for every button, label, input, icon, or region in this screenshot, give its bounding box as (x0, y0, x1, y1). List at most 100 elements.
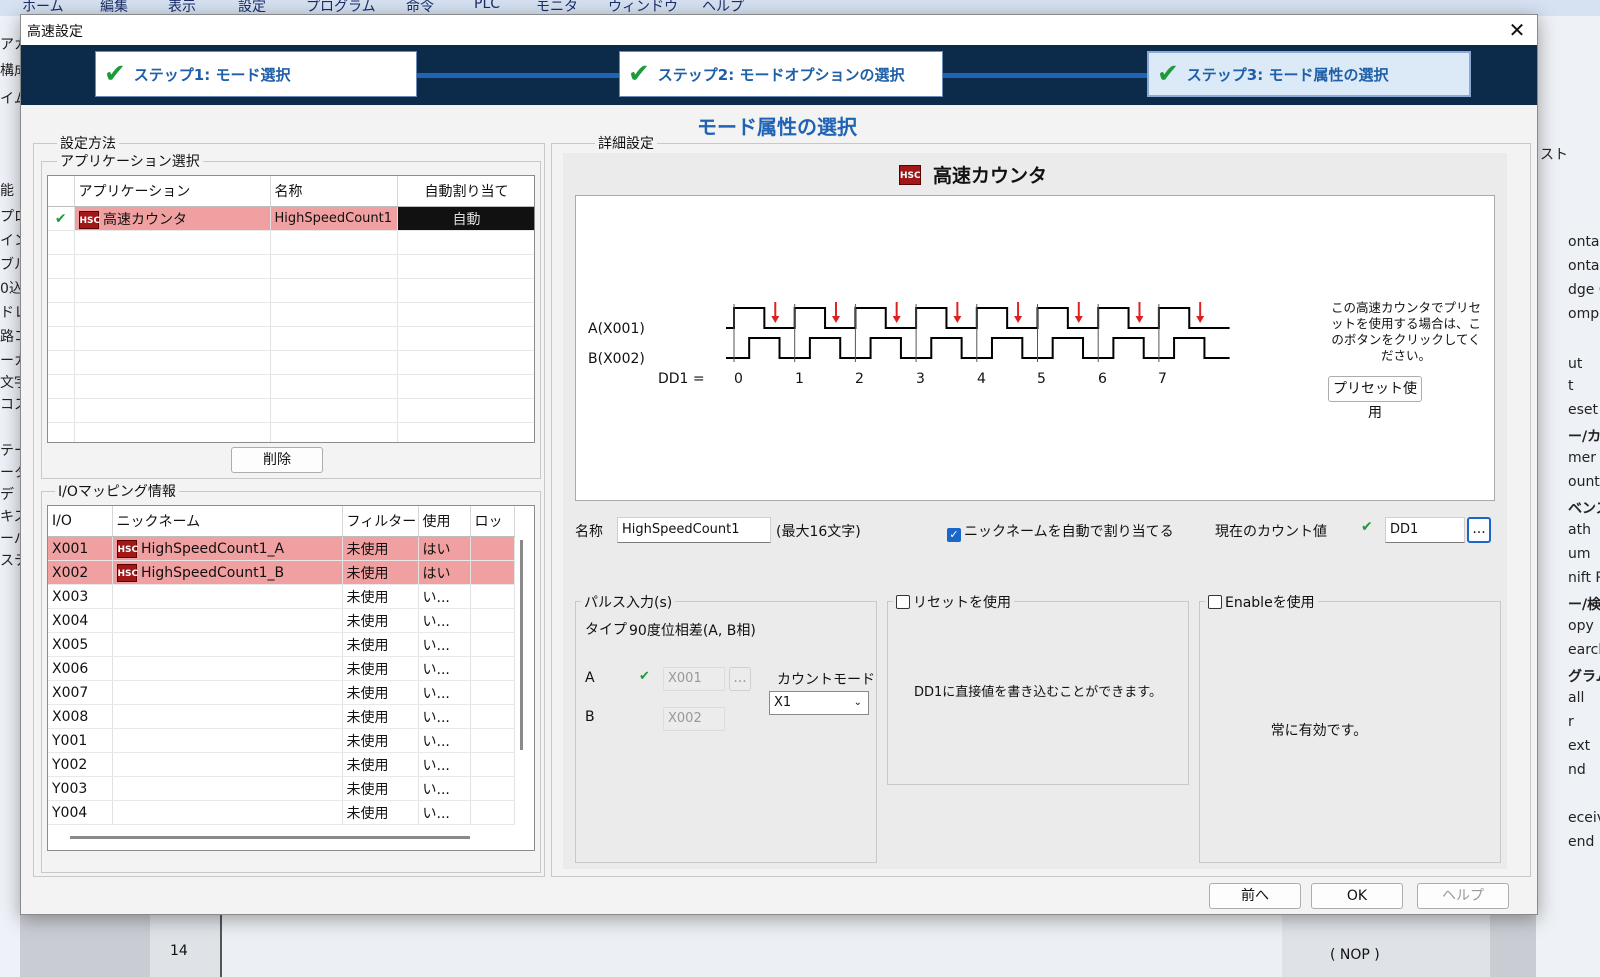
check-icon: ✔ (639, 669, 650, 684)
filter-cell: 未使用 (342, 704, 419, 729)
table-row (48, 422, 534, 442)
nickname-cell (112, 800, 343, 825)
delete-button[interactable]: 削除 (231, 447, 323, 473)
io-cell: X002 (48, 560, 113, 585)
column-header[interactable]: 自動割り当て (397, 176, 534, 207)
filter-cell: 未使用 (342, 680, 419, 705)
count-label: 4 (977, 371, 986, 387)
auto-nickname-label: ニックネームを自動で割り当てる (964, 524, 1174, 540)
app-grid: アプリケーション 名称 自動割り当て ✔ HSC 高速カウンタ HighSpee… (47, 175, 535, 443)
bg-left-text: デ (0, 487, 14, 503)
dd-label: DD1 = (658, 371, 705, 387)
vertical-scrollbar[interactable] (520, 540, 523, 750)
filter-cell: 未使用 (342, 632, 419, 657)
use-preset-button[interactable]: プリセット使用 (1328, 376, 1422, 421)
io-cell: Y002 (48, 752, 113, 777)
a-label: A (585, 670, 595, 686)
io-grid: I/O ニックネーム フィルター 使用 ロッ X001 HSC HighSpee… (47, 505, 535, 851)
table-row (48, 326, 534, 351)
reset-checkbox-row[interactable]: リセットを使用 (893, 592, 1014, 612)
column-header[interactable]: ロッ (470, 506, 515, 537)
bg-left-text: 0込 (0, 281, 20, 297)
nickname-cell (112, 656, 343, 681)
filter-cell: 未使用 (342, 752, 419, 777)
auto-nickname-checkbox[interactable]: ✓ (947, 528, 961, 542)
use-cell: い... (418, 752, 471, 777)
column-header[interactable]: アプリケーション (74, 176, 271, 207)
dialog-title: 高速設定 (27, 24, 83, 40)
table-row[interactable]: ✔ HSC 高速カウンタ HighSpeedCount1 自動 (48, 206, 534, 231)
table-row[interactable]: X001 HSC HighSpeedCount1_A 未使用 はい (48, 536, 515, 561)
column-header[interactable]: 名称 (270, 176, 398, 207)
table-row[interactable]: X008 未使用 い... (48, 704, 515, 729)
io-cell: X005 (48, 632, 113, 657)
table-row[interactable]: X005 未使用 い... (48, 632, 515, 657)
use-cell: い... (418, 680, 471, 705)
bg-right-text: ー/検 (1568, 597, 1600, 613)
table-row[interactable]: Y003 未使用 い... (48, 776, 515, 801)
nickname-cell (112, 608, 343, 633)
io-grid-header: I/O ニックネーム フィルター 使用 ロッ (48, 506, 515, 537)
use-cell: い... (418, 656, 471, 681)
method-group-label: 設定方法 (57, 133, 119, 153)
close-button[interactable]: ✕ (1505, 18, 1529, 42)
io-cell: X003 (48, 584, 113, 609)
table-row[interactable]: Y004 未使用 い... (48, 800, 515, 825)
step-label: ステップ1: モード選択 (133, 65, 291, 84)
b-label: B (585, 709, 595, 725)
io-cell: X006 (48, 656, 113, 681)
step-1[interactable]: ✔ ステップ1: モード選択 (95, 51, 417, 97)
bg-left-text: 能 (0, 183, 14, 199)
preset-hint-text: この高速カウンタでプリセットを使用する場合は、このボタンをクリックしてください。 (1330, 300, 1481, 363)
column-header[interactable]: I/O (48, 506, 113, 537)
enable-checkbox-row[interactable]: Enableを使用 (1205, 592, 1318, 612)
reset-checkbox[interactable] (896, 595, 910, 609)
nickname-cell (112, 752, 343, 777)
use-cell: い... (418, 704, 471, 729)
column-header[interactable]: 使用 (418, 506, 471, 537)
table-row[interactable]: X007 未使用 い... (48, 680, 515, 705)
table-row[interactable]: Y002 未使用 い... (48, 752, 515, 777)
column-header[interactable]: フィルター (342, 506, 419, 537)
counter-title: 高速カウンタ (933, 165, 1048, 187)
column-header[interactable]: ニックネーム (112, 506, 343, 537)
signal-a-waveform (726, 307, 1230, 329)
name-input[interactable]: HighSpeedCount1 (617, 517, 771, 543)
use-cell: はい (418, 560, 471, 585)
hsc-icon: HSC (78, 210, 100, 229)
step-3[interactable]: ✔ ステップ3: モード属性の選択 (1147, 51, 1471, 97)
edge-arrow-head (1074, 316, 1083, 323)
table-row[interactable]: X003 未使用 い... (48, 584, 515, 609)
horizontal-scrollbar[interactable] (70, 836, 470, 839)
step-bar: ✔ ステップ1: モード選択 ✔ ステップ2: モードオプションの選択 ✔ ステップ3… (21, 45, 1537, 105)
count-mode-select[interactable]: X1 ⌄ (769, 691, 869, 715)
filter-cell: 未使用 (342, 560, 419, 585)
table-row[interactable]: X002 HSC HighSpeedCount1_B 未使用 はい (48, 560, 515, 585)
bg-left-text: アカ (0, 37, 20, 53)
nickname-cell (112, 632, 343, 657)
table-row[interactable]: X004 未使用 い... (48, 608, 515, 633)
current-count-input[interactable]: DD1 (1385, 517, 1465, 543)
background-ladder-area: 14 ( NOP ) (150, 913, 1490, 977)
bg-right-text: all (1568, 690, 1585, 706)
bg-menu-item[interactable]: PLC (474, 0, 500, 12)
enable-checkbox[interactable] (1208, 595, 1222, 609)
auto-assign-cell[interactable]: 自動 (397, 206, 534, 231)
ok-button[interactable]: OK (1311, 883, 1403, 909)
browse-button[interactable]: ... (1467, 517, 1491, 543)
previous-button[interactable]: 前へ (1209, 883, 1301, 909)
table-row[interactable]: Y001 未使用 い... (48, 728, 515, 753)
step-label: ステップ3: モード属性の選択 (1186, 65, 1389, 84)
edge-arrow-head (953, 316, 962, 323)
use-cell: い... (418, 632, 471, 657)
bg-right-text: nift R (1568, 570, 1600, 586)
reset-label: リセットを使用 (913, 595, 1011, 611)
step-2[interactable]: ✔ ステップ2: モードオプションの選択 (619, 51, 943, 97)
table-row[interactable]: X006 未使用 い... (48, 656, 515, 681)
bg-right-text: end (1568, 834, 1595, 850)
step-connector (417, 73, 619, 78)
count-mode-label: カウントモード (777, 672, 875, 688)
bg-right-text: mer (1568, 450, 1597, 466)
auto-nickname-checkbox-row[interactable]: ✓ ニックネームを自動で割り当てる (947, 521, 1174, 542)
hsc-icon: HSC (899, 164, 921, 185)
